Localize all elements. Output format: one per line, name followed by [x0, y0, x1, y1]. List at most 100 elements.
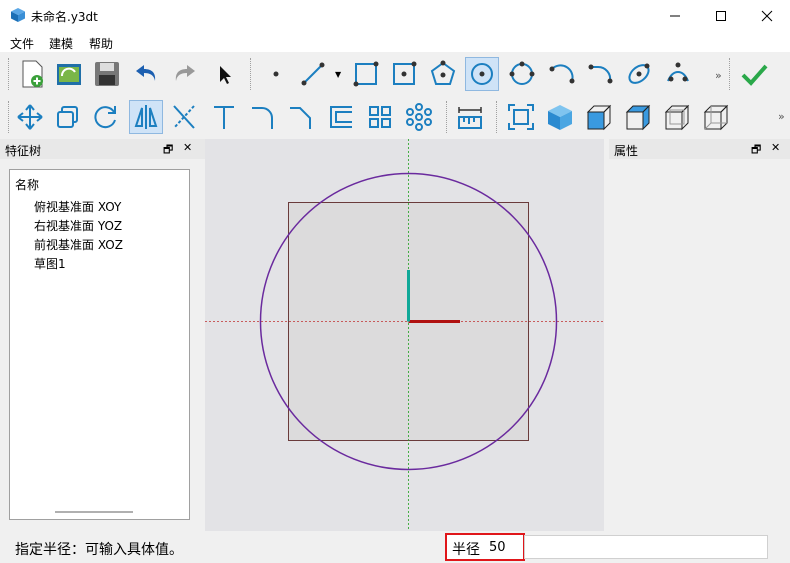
view-top-button[interactable]: [621, 100, 655, 134]
toolbar-main: ▼ »: [0, 52, 790, 97]
tree-item-sketch1[interactable]: 草图1: [34, 255, 66, 272]
save-icon: [95, 62, 119, 86]
center-rectangle-icon: [393, 61, 417, 85]
dimension-button[interactable]: [453, 100, 487, 134]
menu-file[interactable]: 文件: [10, 35, 34, 52]
horizontal-scrollbar[interactable]: [55, 511, 133, 513]
menu-help[interactable]: 帮助: [89, 35, 113, 52]
offset-icon: [330, 106, 352, 128]
close-icon: [761, 10, 773, 22]
move-arrows-icon: [17, 104, 43, 130]
view-front-button[interactable]: [582, 100, 616, 134]
circular-array-icon: [406, 103, 432, 131]
grid-array-icon: [369, 106, 391, 128]
new-file-button[interactable]: [15, 57, 49, 91]
toolbar-overflow-button[interactable]: »: [778, 110, 785, 123]
point-button[interactable]: [259, 57, 293, 91]
arc-button[interactable]: [545, 57, 579, 91]
menu-bar: [0, 32, 790, 52]
new-file-icon: [22, 60, 43, 88]
open-file-button[interactable]: [52, 57, 86, 91]
solid-cube-icon: [548, 105, 572, 130]
circular-array-button[interactable]: [402, 100, 436, 134]
app-cube-icon: [11, 8, 25, 22]
polygon-button[interactable]: [426, 57, 460, 91]
three-point-circle-icon: [509, 61, 535, 85]
rotate-button[interactable]: [89, 100, 123, 134]
close-panel-icon[interactable]: ✕: [183, 141, 192, 154]
radius-input-group: 半径: [445, 533, 525, 561]
line-dropdown-icon[interactable]: ▼: [335, 70, 341, 79]
cube-wire-icon: [664, 104, 690, 131]
circle-button[interactable]: [465, 57, 499, 91]
trim-icon: [173, 105, 195, 129]
arc-icon: [549, 64, 575, 84]
sketch-plane-button[interactable]: [504, 100, 538, 134]
spline-button[interactable]: [661, 57, 695, 91]
redo-icon: [175, 65, 195, 81]
undo-icon: [136, 65, 156, 81]
rectangular-array-button[interactable]: [363, 100, 397, 134]
copy-icon: [57, 106, 78, 128]
view-right-button[interactable]: [660, 100, 694, 134]
point-icon: [273, 71, 279, 77]
ellipse-button[interactable]: [622, 57, 656, 91]
fillet-icon: [252, 107, 273, 129]
rotate-icon: [94, 106, 116, 129]
close-button[interactable]: [744, 0, 790, 32]
ellipse-icon: [628, 63, 650, 84]
confirm-button[interactable]: [737, 57, 771, 91]
viewport[interactable]: [205, 139, 604, 531]
status-extra-field[interactable]: [524, 535, 768, 559]
close-panel-icon[interactable]: ✕: [771, 141, 780, 154]
select-button[interactable]: [207, 57, 241, 91]
mirror-icon: [134, 105, 158, 129]
three-point-circle-button[interactable]: [505, 57, 539, 91]
menu-modeling[interactable]: 建模: [49, 35, 73, 52]
maximize-button[interactable]: [698, 0, 744, 32]
rectangle-button[interactable]: [349, 57, 383, 91]
properties-panel: [609, 159, 790, 531]
toolbar-edit: »: [0, 97, 790, 139]
maximize-icon: [716, 11, 726, 21]
tangent-arc-button[interactable]: [584, 57, 618, 91]
extend-icon: [214, 106, 234, 129]
properties-header: 属性 🗗 ✕: [609, 139, 790, 159]
extend-button[interactable]: [207, 100, 241, 134]
tree-item-plane-yoz[interactable]: 右视基准面 YOZ: [34, 217, 122, 234]
line-button[interactable]: [296, 57, 330, 91]
tree-item-plane-xoy[interactable]: 俯视基准面 XOY: [34, 198, 121, 215]
center-rectangle-button[interactable]: [387, 57, 421, 91]
fillet-button[interactable]: [246, 100, 280, 134]
spline-points-icon: [667, 62, 689, 82]
float-panel-icon[interactable]: 🗗: [751, 141, 761, 160]
toolbar-grip: [8, 101, 9, 133]
open-folder-icon: [57, 64, 81, 85]
offset-button[interactable]: [324, 100, 358, 134]
chamfer-button[interactable]: [284, 100, 318, 134]
minimize-button[interactable]: [652, 0, 698, 32]
minimize-icon: [670, 15, 680, 17]
center-circle-icon: [471, 63, 493, 85]
undo-button[interactable]: [130, 57, 164, 91]
cursor-arrow-icon: [220, 66, 231, 84]
save-button[interactable]: [90, 57, 124, 91]
sketch-canvas[interactable]: [205, 139, 604, 531]
window-title: 未命名.y3dt: [31, 10, 98, 24]
radius-input[interactable]: [489, 538, 523, 556]
mirror-button[interactable]: [129, 100, 163, 134]
copy-button[interactable]: [51, 100, 85, 134]
toolbar-separator: [250, 58, 251, 90]
redo-button[interactable]: [167, 57, 201, 91]
tree-item-plane-xoz[interactable]: 前视基准面 XOZ: [34, 236, 123, 253]
view-wireframe-button[interactable]: [699, 100, 733, 134]
chamfer-icon: [290, 107, 311, 129]
toolbar-overflow-button[interactable]: »: [715, 69, 722, 82]
checkmark-icon: [741, 64, 768, 86]
tree-header-name: 名称: [15, 178, 40, 192]
trim-button[interactable]: [167, 100, 201, 134]
view-isometric-button[interactable]: [543, 100, 577, 134]
move-button[interactable]: [13, 100, 47, 134]
status-prompt: 指定半径：可输入具体值。: [15, 542, 183, 558]
float-panel-icon[interactable]: 🗗: [163, 141, 173, 160]
